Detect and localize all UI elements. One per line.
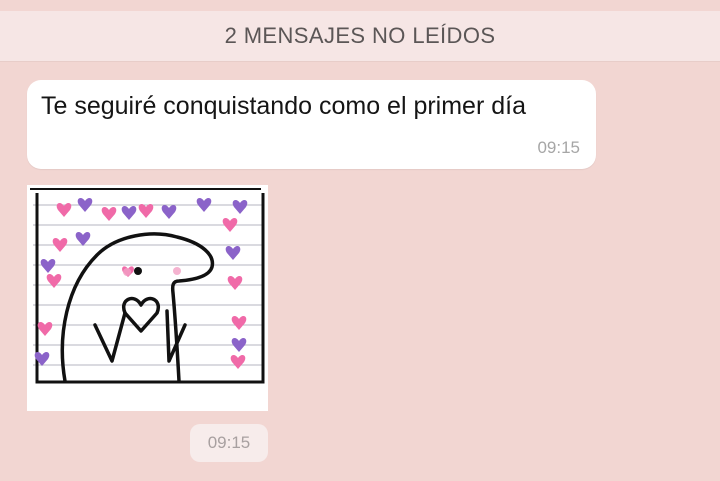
sticker-time-label: 09:15 [207, 433, 251, 452]
sticker-time: 09:15 [190, 424, 268, 462]
unread-messages-banner: 2 MENSAJES NO LEÍDOS [0, 11, 720, 61]
message-text: Te seguiré conquistando como el primer d… [41, 92, 526, 120]
flork-heart-sticker-icon [27, 185, 268, 411]
sticker-message[interactable] [27, 185, 268, 411]
message-time: 09:15 [537, 138, 580, 157]
unread-messages-label: 2 MENSAJES NO LEÍDOS [224, 23, 496, 48]
incoming-message-bubble[interactable]: Te seguiré conquistando como el primer d… [27, 80, 596, 169]
